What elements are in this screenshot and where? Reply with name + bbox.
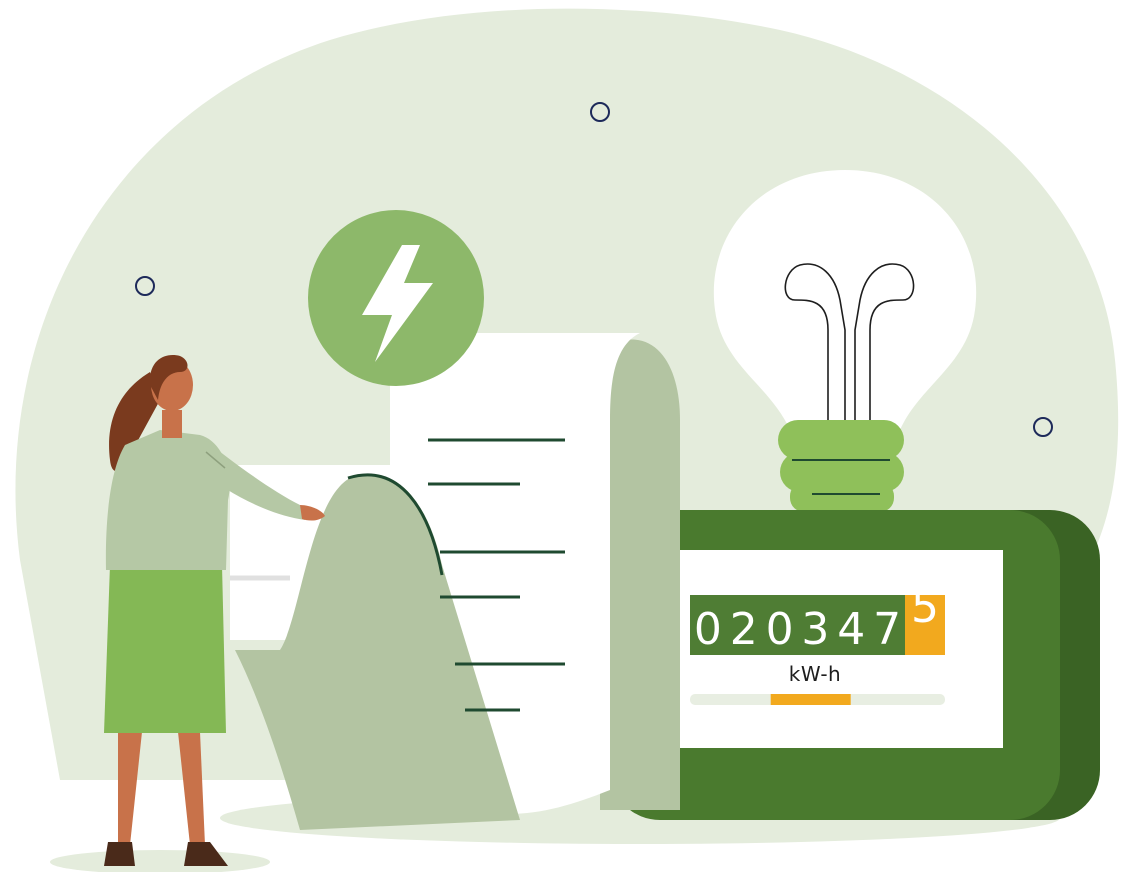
energy-meter-icon: 0203475 [610,510,1100,820]
lightning-bolt-icon [308,210,484,386]
meter-digit: 0 [766,604,794,655]
meter-digit: 7 [873,604,901,655]
meter-digit: 2 [730,604,758,655]
meter-rolling-digit: 5 [911,582,939,633]
meter-digit: 4 [837,604,865,655]
meter-digit: 0 [694,604,722,655]
illustration-canvas: 0203475 [15,8,1119,872]
meter-unit-label: kW-h [788,662,842,686]
meter-progress-fill [770,694,851,705]
meter-digit: 3 [801,604,829,655]
energy-bill-illustration: 0203475 kW-h [0,0,1123,872]
